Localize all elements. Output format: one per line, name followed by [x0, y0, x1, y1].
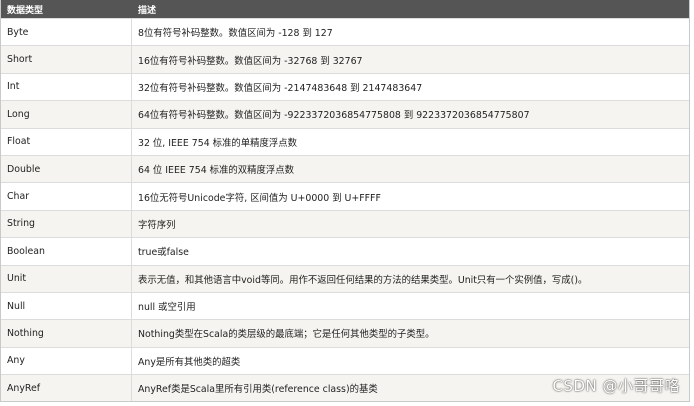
- description-cell: 64 位 IEEE 754 标准的双精度浮点数: [138, 165, 295, 177]
- table-row: Char 16位无符号Unicode字符, 区间值为 U+0000 到 U+FF…: [1, 182, 689, 210]
- type-cell: Null: [1, 292, 132, 320]
- type-cell: Any: [1, 347, 132, 375]
- description-cell: 表示无值，和其他语言中void等同。用作不返回任何结果的方法的结果类型。Unit…: [138, 274, 588, 286]
- header-description: 描述: [138, 5, 157, 16]
- description-cell: Nothing类型在Scala的类层级的最底端；它是任何其他类型的子类型。: [138, 329, 435, 341]
- table-row: Unit 表示无值，和其他语言中void等同。用作不返回任何结果的方法的结果类型…: [1, 264, 689, 292]
- type-cell: Long: [1, 101, 132, 128]
- table-row: Boolean true或false: [1, 237, 689, 265]
- description-cell: 64位有符号补码整数。数值区间为 -9223372036854775808 到 …: [138, 110, 530, 122]
- table-row: Short 16位有符号补码整数。数值区间为 -32768 到 32767: [1, 45, 689, 73]
- table-row: Byte 8位有符号补码整数。数值区间为 -128 到 127: [1, 18, 689, 46]
- table-row: Long 64位有符号补码整数。数值区间为 -92233720368547758…: [1, 100, 689, 128]
- type-cell: AnyRef: [1, 375, 132, 402]
- type-cell: Short: [1, 46, 132, 73]
- type-cell: Int: [1, 73, 132, 101]
- table-row: Double 64 位 IEEE 754 标准的双精度浮点数: [1, 154, 689, 183]
- description-cell: 16位有符号补码整数。数值区间为 -32768 到 32767: [138, 55, 363, 67]
- table-row: String 字符序列: [1, 209, 689, 238]
- description-cell: true或false: [138, 247, 189, 259]
- type-cell: Float: [1, 128, 132, 155]
- description-cell: null 或空引用: [138, 302, 196, 314]
- table-row: Any Any是所有其他类的超类: [1, 346, 689, 375]
- description-cell: Any是所有其他类的超类: [138, 356, 241, 368]
- table-row: Float 32 位, IEEE 754 标准的单精度浮点数: [1, 127, 689, 155]
- csdn-watermark: CSDN @小哥哥咯: [552, 377, 680, 395]
- table-row: Int 32位有符号补码整数。数值区间为 -2147483648 到 21474…: [1, 72, 689, 101]
- table-header: 数据类型 描述: [1, 0, 689, 18]
- data-types-table: 数据类型 描述 Byte 8位有符号补码整数。数值区间为 -128 到 127 …: [0, 0, 690, 403]
- description-cell: 16位无符号Unicode字符, 区间值为 U+0000 到 U+FFFF: [138, 192, 381, 204]
- type-cell: Byte: [1, 19, 132, 46]
- type-cell: Double: [1, 155, 132, 183]
- description-cell: 32 位, IEEE 754 标准的单精度浮点数: [138, 137, 298, 149]
- type-cell: String: [1, 210, 132, 238]
- type-cell: Boolean: [1, 238, 132, 265]
- description-cell: 8位有符号补码整数。数值区间为 -128 到 127: [138, 28, 333, 40]
- description-cell: 字符序列: [138, 219, 176, 231]
- table-row: Nothing Nothing类型在Scala的类层级的最底端；它是任何其他类型…: [1, 319, 689, 347]
- type-cell: Unit: [1, 265, 132, 292]
- header-type: 数据类型: [7, 5, 44, 16]
- table-row: Null null 或空引用: [1, 291, 689, 320]
- type-cell: Nothing: [1, 320, 132, 347]
- description-cell: 32位有符号补码整数。数值区间为 -2147483648 到 214748364…: [138, 82, 423, 94]
- type-cell: Char: [1, 183, 132, 210]
- table-body: Byte 8位有符号补码整数。数值区间为 -128 到 127 Short 16…: [1, 18, 689, 402]
